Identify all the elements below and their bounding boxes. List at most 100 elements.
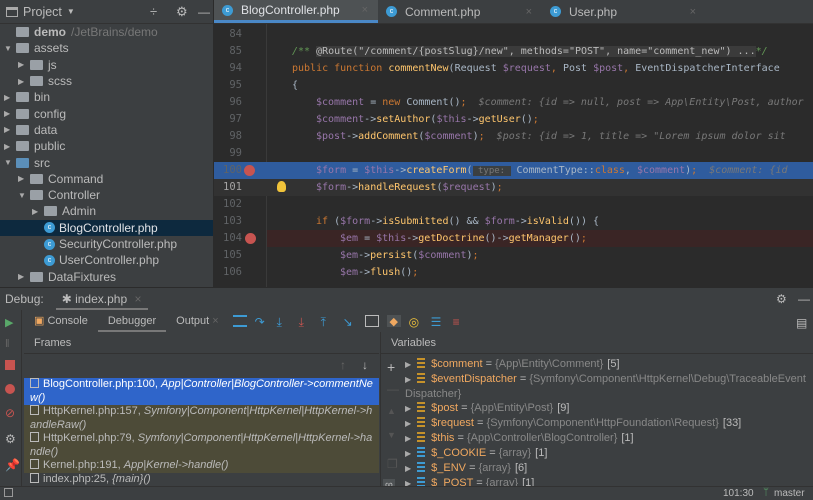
tree-item[interactable]: ▶ config bbox=[0, 105, 213, 121]
code-line[interactable]: 105 $em->persist($comment); bbox=[214, 247, 813, 264]
tab-user-php[interactable]: c User.php × bbox=[542, 0, 706, 23]
code-editor[interactable]: 84 85 /** @Route("/comment/{postSlug}/new"… bbox=[214, 24, 813, 287]
variable-row[interactable]: ▶ $request = {Symfony\Component\HttpFound… bbox=[405, 416, 810, 431]
variable-row[interactable]: ▶ $this = {App\Controller\BlogController}… bbox=[405, 431, 810, 446]
code-line[interactable]: 98 $post->addComment($comment); $post: {i… bbox=[214, 128, 813, 145]
next-frame-icon[interactable]: ↓ bbox=[362, 358, 368, 372]
code-line[interactable]: 96 $comment = new Comment(); $comment: {i… bbox=[214, 94, 813, 111]
stop-icon[interactable] bbox=[5, 360, 15, 370]
move-down-icon[interactable]: ▼ bbox=[387, 430, 396, 440]
tree-item[interactable]: ▼ assets bbox=[0, 40, 213, 56]
tree-item[interactable]: demo/JetBrains/demo bbox=[0, 24, 213, 40]
previous-frame-icon[interactable]: ↑ bbox=[340, 358, 346, 372]
close-icon[interactable]: × bbox=[690, 6, 696, 18]
pin-icon[interactable]: 📌 bbox=[5, 458, 20, 472]
variable-row[interactable]: ▶ $comment = {App\Entity\Comment} [5] bbox=[405, 357, 810, 372]
code-line[interactable]: 102 bbox=[214, 196, 813, 213]
force-step-into-icon[interactable]: ⤓ bbox=[299, 315, 313, 329]
add-watch-icon[interactable]: + bbox=[387, 359, 395, 375]
chevron-right-icon[interactable]: ▶ bbox=[4, 125, 16, 134]
cursor-position[interactable]: 101:30 bbox=[723, 488, 754, 499]
tree-item[interactable]: ▼ src bbox=[0, 154, 213, 170]
frame-row[interactable]: index.php:25, {main}() bbox=[24, 472, 379, 487]
frame-row[interactable]: HttpKernel.php:157, Symfony|Component|Ht… bbox=[24, 405, 379, 432]
copy-icon[interactable]: ❐ bbox=[387, 457, 398, 471]
run-to-cursor-icon[interactable]: ↘ bbox=[343, 315, 357, 329]
tree-item[interactable]: ▼ Controller bbox=[0, 187, 213, 203]
add-list-icon[interactable]: ≡ bbox=[453, 315, 467, 329]
tree-item[interactable]: ▶ Admin bbox=[0, 203, 213, 219]
step-into-icon[interactable]: ⤓ bbox=[277, 315, 291, 329]
code-line[interactable]: 94 public function commentNew(Request $re… bbox=[214, 60, 813, 77]
tree-item[interactable]: ▶ DataFixtures bbox=[0, 268, 213, 284]
hide-icon[interactable]: — bbox=[198, 5, 210, 19]
tree-item[interactable]: ▶ public bbox=[0, 138, 213, 154]
code-line[interactable]: 99 bbox=[214, 145, 813, 162]
remove-watch-icon[interactable]: — bbox=[387, 382, 399, 396]
settings-icon[interactable]: ⚙ bbox=[5, 432, 17, 446]
git-branch[interactable]: master bbox=[774, 488, 805, 499]
chevron-down-icon[interactable]: ▼ bbox=[4, 44, 16, 53]
code-line[interactable]: 84 bbox=[214, 26, 813, 43]
chevron-right-icon[interactable]: ▶ bbox=[18, 174, 30, 183]
tree-item[interactable]: ▶ bin bbox=[0, 89, 213, 105]
list-icon[interactable]: ☰ bbox=[431, 315, 445, 329]
step-over-icon[interactable]: ↷ bbox=[255, 315, 269, 329]
step-out-icon[interactable]: ⤒ bbox=[321, 315, 335, 329]
tree-item[interactable]: ▶ scss bbox=[0, 73, 213, 89]
close-icon[interactable]: × bbox=[212, 315, 218, 327]
gear-icon[interactable]: ⚙ bbox=[176, 4, 188, 20]
intention-bulb-icon[interactable] bbox=[277, 181, 286, 192]
expand-arrow-icon[interactable]: ▶ bbox=[405, 375, 411, 384]
tab-console[interactable]: ▣ Console bbox=[24, 310, 98, 332]
expand-arrow-icon[interactable]: ▶ bbox=[405, 419, 411, 428]
chevron-down-icon[interactable]: ▼ bbox=[67, 7, 75, 16]
layout-icon[interactable]: ▤ bbox=[796, 316, 807, 330]
tree-item[interactable]: c BlogController.php bbox=[0, 219, 213, 236]
mute-breakpoints-icon[interactable]: ⊘ bbox=[5, 406, 17, 420]
code-line[interactable]: 100 $form = $this->createForm( type: Comm… bbox=[214, 162, 813, 179]
close-icon[interactable]: × bbox=[362, 4, 368, 16]
tree-item[interactable]: ▶ data bbox=[0, 122, 213, 138]
tab-comment-php[interactable]: c Comment.php × bbox=[378, 0, 542, 23]
chevron-right-icon[interactable]: ▶ bbox=[4, 109, 16, 118]
tree-item[interactable]: c SecurityController.php bbox=[0, 236, 213, 252]
tree-item[interactable]: ▶ js bbox=[0, 57, 213, 73]
expand-arrow-icon[interactable]: ▶ bbox=[405, 434, 411, 443]
chevron-down-icon[interactable]: ▼ bbox=[18, 191, 30, 200]
variable-row[interactable]: ▶ $_COOKIE = {array} [1] bbox=[405, 446, 810, 461]
tree-item[interactable]: ▶ Command bbox=[0, 171, 213, 187]
expand-arrow-icon[interactable]: ▶ bbox=[405, 464, 411, 473]
code-line[interactable]: 106 $em->flush(); bbox=[214, 264, 813, 281]
code-line[interactable]: 101 $form->handleRequest($request); bbox=[214, 179, 813, 196]
close-icon[interactable]: × bbox=[526, 6, 532, 18]
frame-row[interactable]: HttpKernel.php:79, Symfony|Component|Htt… bbox=[24, 432, 379, 459]
variable-row[interactable]: ▶ $post = {App\Entity\Post} [9] bbox=[405, 401, 810, 416]
tree-item[interactable]: c UserController.php bbox=[0, 252, 213, 268]
tool-windows-icon[interactable] bbox=[4, 488, 13, 497]
resume-icon[interactable]: ▶ bbox=[5, 316, 17, 329]
chevron-right-icon[interactable]: ▶ bbox=[32, 207, 44, 216]
chevron-right-icon[interactable]: ▶ bbox=[4, 93, 16, 102]
evaluate-expression-icon[interactable] bbox=[364, 315, 379, 327]
code-line[interactable]: 104 $em = $this->getDoctrine()->getManage… bbox=[223, 230, 813, 247]
chevron-right-icon[interactable]: ▶ bbox=[18, 77, 30, 86]
pause-icon[interactable]: ‖ bbox=[5, 338, 17, 350]
show-execution-point-icon[interactable] bbox=[232, 315, 247, 327]
move-up-icon[interactable]: ▲ bbox=[387, 406, 396, 416]
code-line[interactable]: 95 { bbox=[214, 77, 813, 94]
chevron-right-icon[interactable]: ▶ bbox=[18, 60, 30, 69]
tab-debugger[interactable]: Debugger bbox=[97, 310, 167, 332]
code-line[interactable]: 97 $comment->setAuthor($this->getUser(); bbox=[214, 111, 813, 128]
variable-row[interactable]: ▶ $_ENV = {array} [6] bbox=[405, 461, 810, 476]
breakpoint-toggle-icon[interactable]: ◆ bbox=[386, 315, 401, 328]
collapse-all-icon[interactable]: ÷ bbox=[150, 4, 157, 19]
variable-row[interactable]: ▶ $eventDispatcher = {Symfony\Component\H… bbox=[405, 372, 810, 401]
debug-session-tab[interactable]: ✱ index.php × bbox=[55, 288, 148, 310]
expand-arrow-icon[interactable]: ▶ bbox=[405, 404, 411, 413]
breakpoint-icon[interactable] bbox=[245, 233, 256, 244]
breakpoint-icon[interactable] bbox=[244, 165, 255, 176]
frame-row[interactable]: Kernel.php:191, App|Kernel->handle() bbox=[24, 459, 379, 473]
view-breakpoints-icon[interactable] bbox=[5, 384, 15, 394]
chevron-right-icon[interactable]: ▶ bbox=[18, 272, 30, 281]
